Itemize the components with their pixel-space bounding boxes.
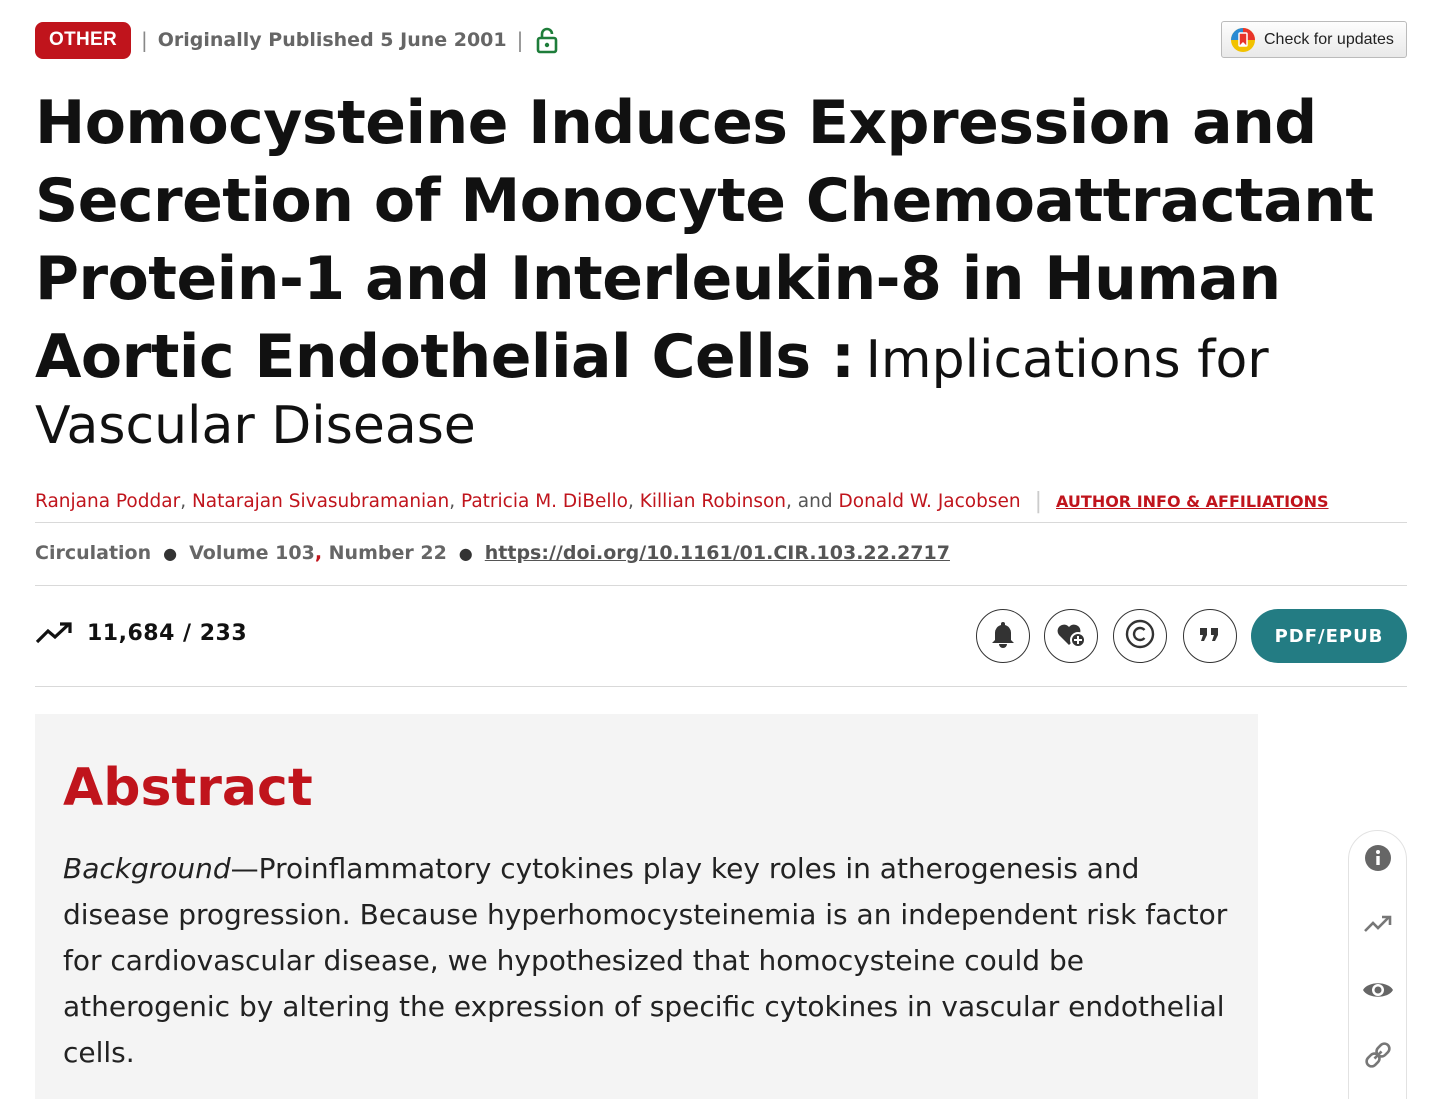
article-type-badge: OTHER: [35, 21, 131, 59]
background-text: —Proinflammatory cytokines play key role…: [63, 852, 1228, 1069]
side-tool-rail: [1348, 830, 1407, 1099]
article-metrics[interactable]: 11,684 / 233: [35, 620, 247, 646]
author-link[interactable]: Donald W. Jacobsen: [839, 491, 1021, 512]
author-link[interactable]: Ranjana Poddar: [35, 491, 180, 512]
info-icon: [1364, 844, 1392, 876]
issue-number[interactable]: Number 22: [329, 542, 447, 564]
bullet-separator: ●: [163, 543, 178, 563]
divider: |: [1034, 489, 1043, 514]
author-joiner: , and: [786, 491, 833, 512]
quote-icon: [1197, 624, 1223, 648]
author-link[interactable]: Natarajan Sivasubramanian: [192, 491, 449, 512]
heart-plus-icon: [1055, 619, 1087, 653]
divider-line: [35, 585, 1407, 586]
trending-up-icon: [35, 620, 73, 646]
divider-line: [35, 686, 1407, 687]
crossmark-icon: [1230, 27, 1256, 53]
journal-name[interactable]: Circulation: [35, 542, 151, 564]
author-link[interactable]: Killian Robinson: [640, 491, 786, 512]
article-meta-bar: OTHER | Originally Published 5 June 2001…: [35, 21, 559, 59]
abstract-paragraph: Background—Proinflammatory cytokines pla…: [63, 846, 1230, 1076]
citation-line: Circulation ● Volume 103, Number 22 ● ht…: [35, 542, 950, 564]
divider: |: [516, 28, 524, 52]
author-info-affiliations-link[interactable]: AUTHOR INFO & AFFILIATIONS: [1056, 492, 1329, 511]
eye-icon: [1362, 979, 1394, 1005]
check-for-updates-button[interactable]: Check for updates: [1221, 21, 1407, 58]
article-title: Homocysteine Induces Expression and Secr…: [35, 84, 1425, 456]
favorite-button[interactable]: [1044, 609, 1098, 663]
alert-button[interactable]: [976, 609, 1030, 663]
bullet-separator: ●: [458, 543, 473, 563]
bell-icon: [988, 619, 1018, 653]
share-link-button[interactable]: [1363, 1042, 1393, 1072]
permissions-button[interactable]: [1113, 609, 1167, 663]
pdf-epub-button[interactable]: PDF/EPUB: [1251, 609, 1407, 663]
copyright-icon: [1124, 618, 1156, 654]
doi-link[interactable]: https://doi.org/10.1161/01.CIR.103.22.27…: [485, 542, 950, 564]
trending-icon: [1363, 913, 1393, 939]
metrics-counts: 11,684 / 233: [87, 620, 248, 646]
volume[interactable]: Volume 103: [189, 542, 315, 564]
author-list: Ranjana Poddar, Natarajan Sivasubramania…: [35, 489, 1329, 514]
divider: |: [141, 28, 148, 52]
cite-button[interactable]: [1183, 609, 1237, 663]
check-for-updates-label: Check for updates: [1264, 30, 1394, 48]
info-button[interactable]: [1363, 845, 1393, 875]
link-icon: [1363, 1040, 1393, 1074]
background-label: Background: [63, 852, 231, 885]
author-link[interactable]: Patricia M. DiBello: [461, 491, 628, 512]
abstract-heading: Abstract: [63, 758, 313, 818]
metrics-button[interactable]: [1363, 911, 1393, 941]
abstract-section: Abstract Background—Proinflammatory cyto…: [35, 714, 1258, 1099]
comma-separator: ,: [314, 542, 323, 564]
view-button[interactable]: [1363, 977, 1393, 1007]
open-access-lock-icon: [535, 26, 559, 54]
divider-line: [35, 522, 1407, 523]
publication-date: Originally Published 5 June 2001: [157, 29, 507, 51]
